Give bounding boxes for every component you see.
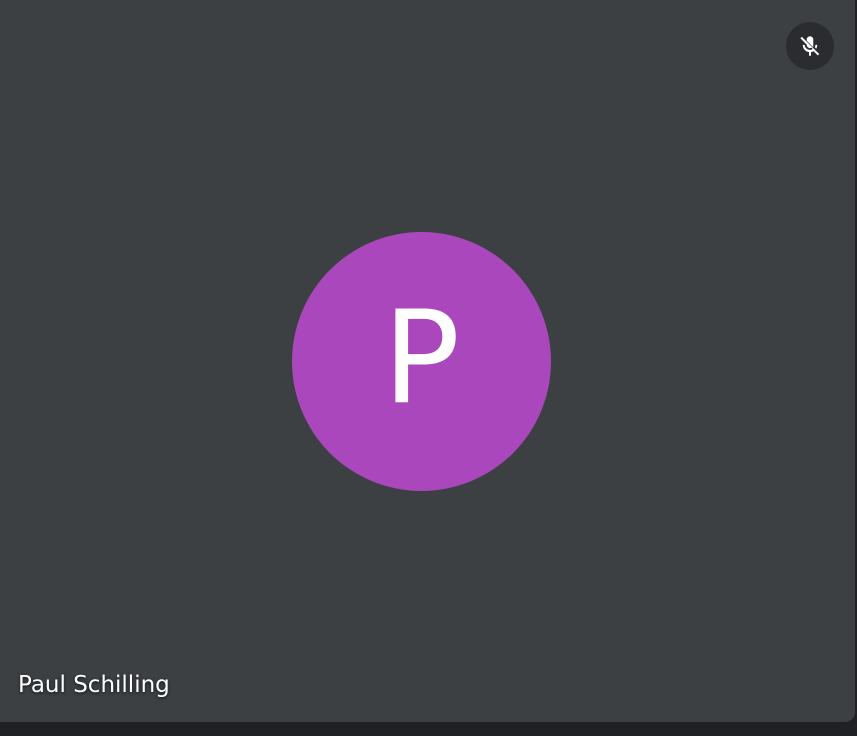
participant-name-label: Paul Schilling: [18, 672, 170, 698]
participant-tile: P Paul Schilling: [0, 0, 855, 722]
mute-indicator: [786, 22, 834, 70]
participant-avatar: P: [292, 232, 551, 491]
avatar-initial: P: [382, 283, 461, 433]
mic-off-icon: [800, 36, 820, 56]
